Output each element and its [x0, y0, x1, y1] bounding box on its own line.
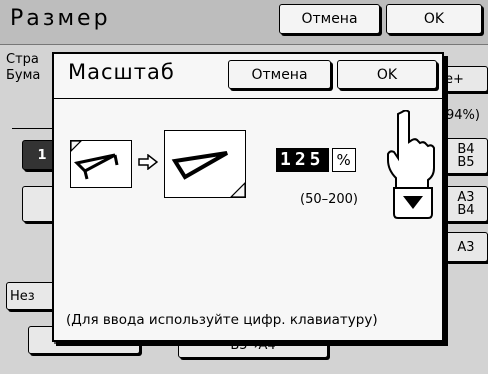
zoom-value: 125	[276, 148, 329, 172]
zoom-unit: %	[331, 148, 356, 172]
scale-dialog: Масштаб Отмена OK 125 % (50–200) (Для вв…	[52, 52, 444, 342]
bg-right-a3b4[interactable]: A3 B4	[444, 186, 488, 222]
scaled-page-icon	[164, 130, 246, 198]
dialog-title: Масштаб	[68, 60, 175, 84]
dialog-ok-button[interactable]: OK	[337, 60, 437, 89]
bg-right-b4b5[interactable]: B4 B5	[444, 138, 488, 174]
bg-right-percent: 94%)	[446, 108, 480, 123]
bg-label-1: Стра	[6, 52, 39, 67]
bg-right-a3[interactable]: A3	[444, 232, 488, 262]
screen-ok-button[interactable]: OK	[386, 4, 482, 34]
keypad-hint: (Для ввода используйте цифр. клавиатуру)	[66, 312, 378, 328]
scale-stepper[interactable]	[384, 109, 444, 224]
screen-cancel-button[interactable]: Отмена	[279, 4, 380, 34]
dialog-separator	[54, 98, 442, 99]
zoom-range: (50–200)	[300, 192, 358, 207]
original-page-icon	[70, 140, 132, 188]
bg-button-nez[interactable]: Нез	[6, 282, 56, 310]
dialog-cancel-button[interactable]: Отмена	[228, 60, 331, 89]
bg-label-2: Бума	[6, 68, 41, 83]
right-arrow-icon	[138, 154, 158, 170]
bg-divider	[12, 128, 52, 129]
screen-title: Размер	[10, 6, 111, 31]
screen: Размер Отмена OK Стра Бума 1 Нез Масштаб…	[0, 0, 488, 374]
zoom-input[interactable]: 125 %	[276, 148, 356, 172]
bg-right-1[interactable]: е+	[444, 66, 488, 92]
pointing-hand-icon	[387, 109, 435, 219]
